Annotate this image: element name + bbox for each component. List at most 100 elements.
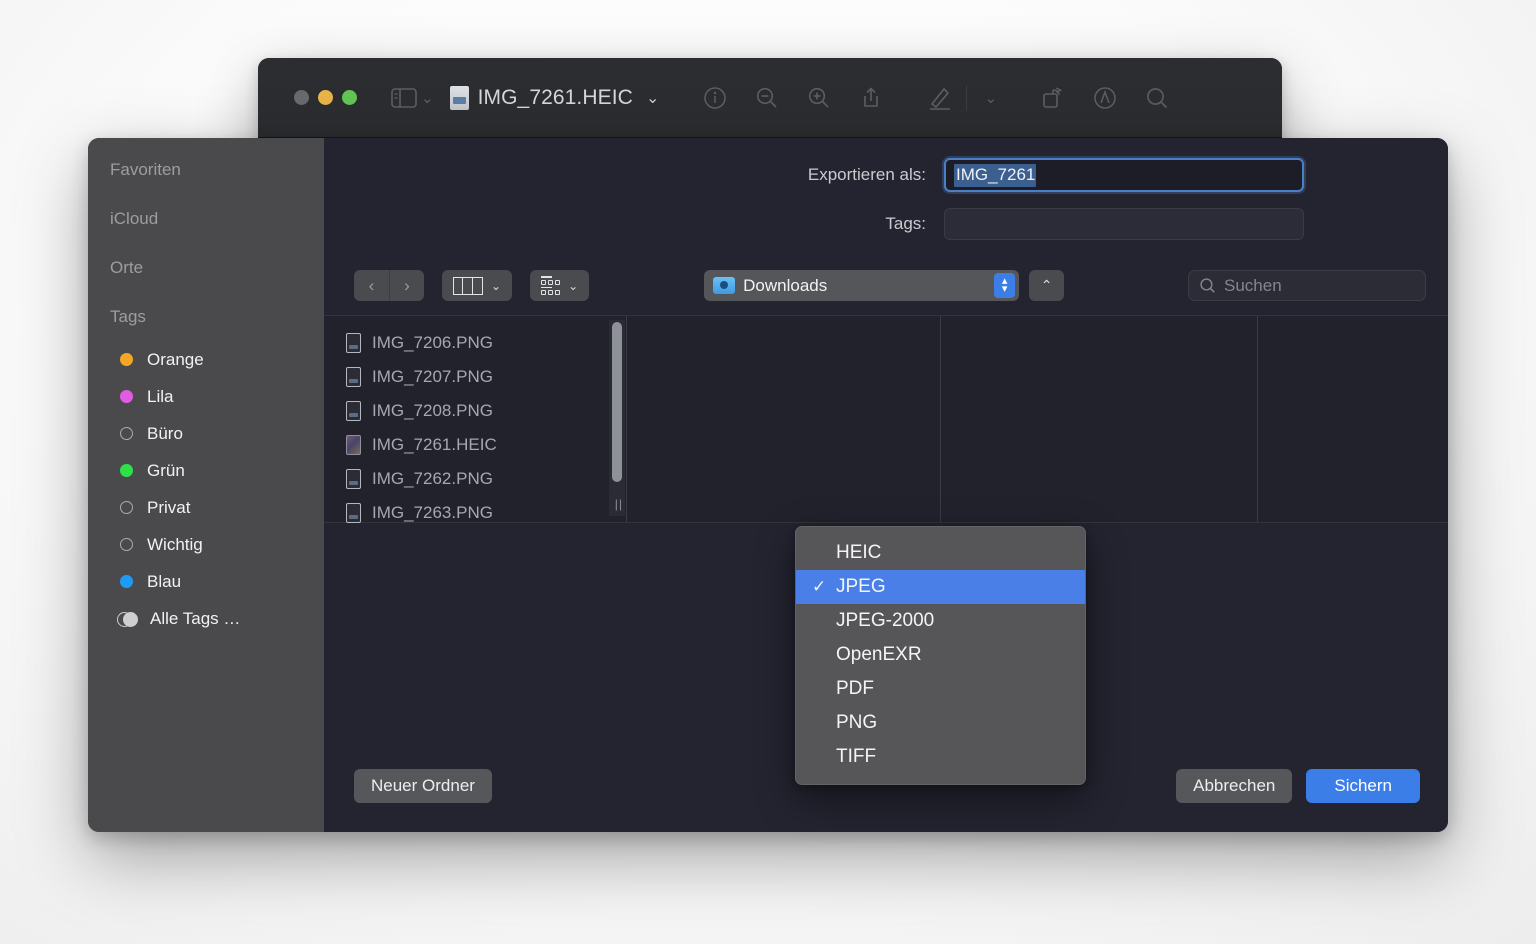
- heic-file-icon: [346, 435, 361, 455]
- tags-input[interactable]: [944, 208, 1304, 240]
- close-button[interactable]: [294, 90, 309, 105]
- file-column-4[interactable]: [1258, 316, 1448, 522]
- menu-item-label: TIFF: [836, 746, 876, 768]
- rotate-icon[interactable]: [1041, 86, 1065, 110]
- title-chevron-icon[interactable]: ⌄: [646, 88, 660, 108]
- sidebar-item-label: Lila: [147, 387, 173, 407]
- sidebar-item-privat[interactable]: Privat: [88, 489, 324, 526]
- list-item[interactable]: IMG_7206.PNG: [324, 326, 626, 360]
- sidebar-item-blau[interactable]: Blau: [88, 563, 324, 600]
- file-column-1[interactable]: IMG_7206.PNG IMG_7207.PNG IMG_7208.PNG I…: [324, 316, 627, 522]
- menu-item-png[interactable]: PNG: [796, 706, 1085, 740]
- png-file-icon: [346, 469, 361, 489]
- menu-item-label: PDF: [836, 678, 874, 700]
- list-item-selected[interactable]: IMG_7261.HEIC: [324, 428, 626, 462]
- minimize-button[interactable]: [318, 90, 333, 105]
- tag-color-dot-buero: [120, 427, 133, 440]
- menu-item-tiff[interactable]: TIFF: [796, 740, 1085, 774]
- file-name: IMG_7261.HEIC: [372, 435, 497, 455]
- menu-item-pdf[interactable]: PDF: [796, 672, 1085, 706]
- search-input[interactable]: Suchen: [1188, 270, 1426, 301]
- document-file-icon: [450, 86, 469, 110]
- tag-color-dot-gruen: [120, 464, 133, 477]
- file-browser: IMG_7206.PNG IMG_7207.PNG IMG_7208.PNG I…: [324, 315, 1448, 523]
- save-button[interactable]: Sichern: [1306, 769, 1420, 803]
- sidebar-item-lila[interactable]: Lila: [88, 378, 324, 415]
- sidebar-item-label: Grün: [147, 461, 185, 481]
- export-save-dialog: Favoriten iCloud Orte Tags Orange Lila B…: [88, 138, 1448, 832]
- list-item[interactable]: IMG_7208.PNG: [324, 394, 626, 428]
- list-item[interactable]: IMG_7207.PNG: [324, 360, 626, 394]
- sidebar-item-wichtig[interactable]: Wichtig: [88, 526, 324, 563]
- zoom-out-icon[interactable]: [755, 86, 779, 110]
- menu-item-label: JPEG-2000: [836, 610, 934, 632]
- sidebar-item-buero[interactable]: Büro: [88, 415, 324, 452]
- annotate-icon[interactable]: [1093, 86, 1117, 110]
- menu-item-jpeg-2000[interactable]: JPEG-2000: [796, 604, 1085, 638]
- menu-item-openexr[interactable]: OpenEXR: [796, 638, 1085, 672]
- nav-back-forward-segment[interactable]: ‹ ›: [354, 270, 424, 301]
- scrollbar-thumb[interactable]: [612, 322, 622, 482]
- export-filename-value: IMG_7261: [954, 164, 1036, 187]
- menu-item-jpeg[interactable]: ✓ JPEG: [796, 570, 1085, 604]
- file-column-3[interactable]: [941, 316, 1258, 522]
- export-as-row: Exportieren als: IMG_7261: [324, 158, 1448, 192]
- sidebar-chevron-icon[interactable]: ⌄: [421, 89, 434, 107]
- export-filename-input[interactable]: IMG_7261: [944, 158, 1304, 192]
- file-name: IMG_7263.PNG: [372, 503, 493, 523]
- stepper-down-arrow: ▾: [1002, 286, 1008, 294]
- column-resize-handle[interactable]: ||: [615, 497, 623, 511]
- back-button[interactable]: ‹: [354, 270, 389, 301]
- zoom-in-icon[interactable]: [807, 86, 831, 110]
- location-popup-value: Downloads: [743, 276, 827, 296]
- format-dropdown-menu[interactable]: HEIC ✓ JPEG JPEG-2000 OpenEXR PDF PNG TI…: [795, 526, 1086, 785]
- file-list-scrollbar[interactable]: ||: [609, 320, 625, 516]
- menu-item-label: PNG: [836, 712, 877, 734]
- file-name: IMG_7207.PNG: [372, 367, 493, 387]
- file-column-2[interactable]: [627, 316, 941, 522]
- info-icon[interactable]: [703, 86, 727, 110]
- sidebar-item-label: Blau: [147, 572, 181, 592]
- tag-color-dot-privat: [120, 501, 133, 514]
- sidebar: Favoriten iCloud Orte Tags Orange Lila B…: [88, 138, 324, 832]
- search-icon[interactable]: [1145, 86, 1169, 110]
- share-icon[interactable]: [859, 86, 883, 110]
- menu-item-label: JPEG: [836, 576, 886, 598]
- traffic-lights[interactable]: [294, 90, 357, 105]
- sidebar-item-label: Orange: [147, 350, 204, 370]
- png-file-icon: [346, 401, 361, 421]
- chevron-down-icon: ⌄: [568, 279, 578, 293]
- sidebar-item-label: Wichtig: [147, 535, 203, 555]
- sidebar-item-alle-tags[interactable]: Alle Tags …: [88, 600, 324, 637]
- view-mode-column-button[interactable]: ⌄: [442, 270, 512, 301]
- group-by-button[interactable]: ⌄: [530, 270, 589, 301]
- sidebar-item-label: Alle Tags …: [150, 609, 240, 629]
- markup-pen-icon[interactable]: [927, 85, 953, 111]
- document-title-group[interactable]: IMG_7261.HEIC ⌄: [450, 86, 660, 110]
- forward-button[interactable]: ›: [389, 270, 424, 301]
- toolbar-divider: [966, 85, 967, 111]
- all-tags-icon: [117, 612, 136, 625]
- location-stepper-icon[interactable]: ▴ ▾: [994, 273, 1015, 298]
- markup-chevron-icon[interactable]: ⌄: [984, 89, 997, 107]
- menu-item-heic[interactable]: HEIC: [796, 536, 1085, 570]
- list-item[interactable]: IMG_7262.PNG: [324, 462, 626, 496]
- export-as-label: Exportieren als:: [324, 165, 944, 185]
- png-file-icon: [346, 333, 361, 353]
- footer-actions: Abbrechen Sichern: [1176, 769, 1420, 803]
- tags-label: Tags:: [324, 214, 944, 234]
- tag-color-dot-wichtig: [120, 538, 133, 551]
- location-popup-button[interactable]: Downloads ▴ ▾: [704, 270, 1019, 301]
- tags-row: Tags:: [324, 208, 1448, 240]
- search-placeholder: Suchen: [1224, 276, 1282, 296]
- menu-item-label: OpenEXR: [836, 644, 922, 666]
- sidebar-item-gruen[interactable]: Grün: [88, 452, 324, 489]
- new-folder-button[interactable]: Neuer Ordner: [354, 769, 492, 803]
- downloads-folder-icon: [713, 277, 735, 294]
- maximize-button[interactable]: [342, 90, 357, 105]
- sidebar-item-label: Büro: [147, 424, 183, 444]
- go-up-button[interactable]: ⌃: [1029, 270, 1064, 301]
- sidebar-toggle-icon[interactable]: [391, 88, 417, 108]
- cancel-button[interactable]: Abbrechen: [1176, 769, 1292, 803]
- sidebar-item-orange[interactable]: Orange: [88, 341, 324, 378]
